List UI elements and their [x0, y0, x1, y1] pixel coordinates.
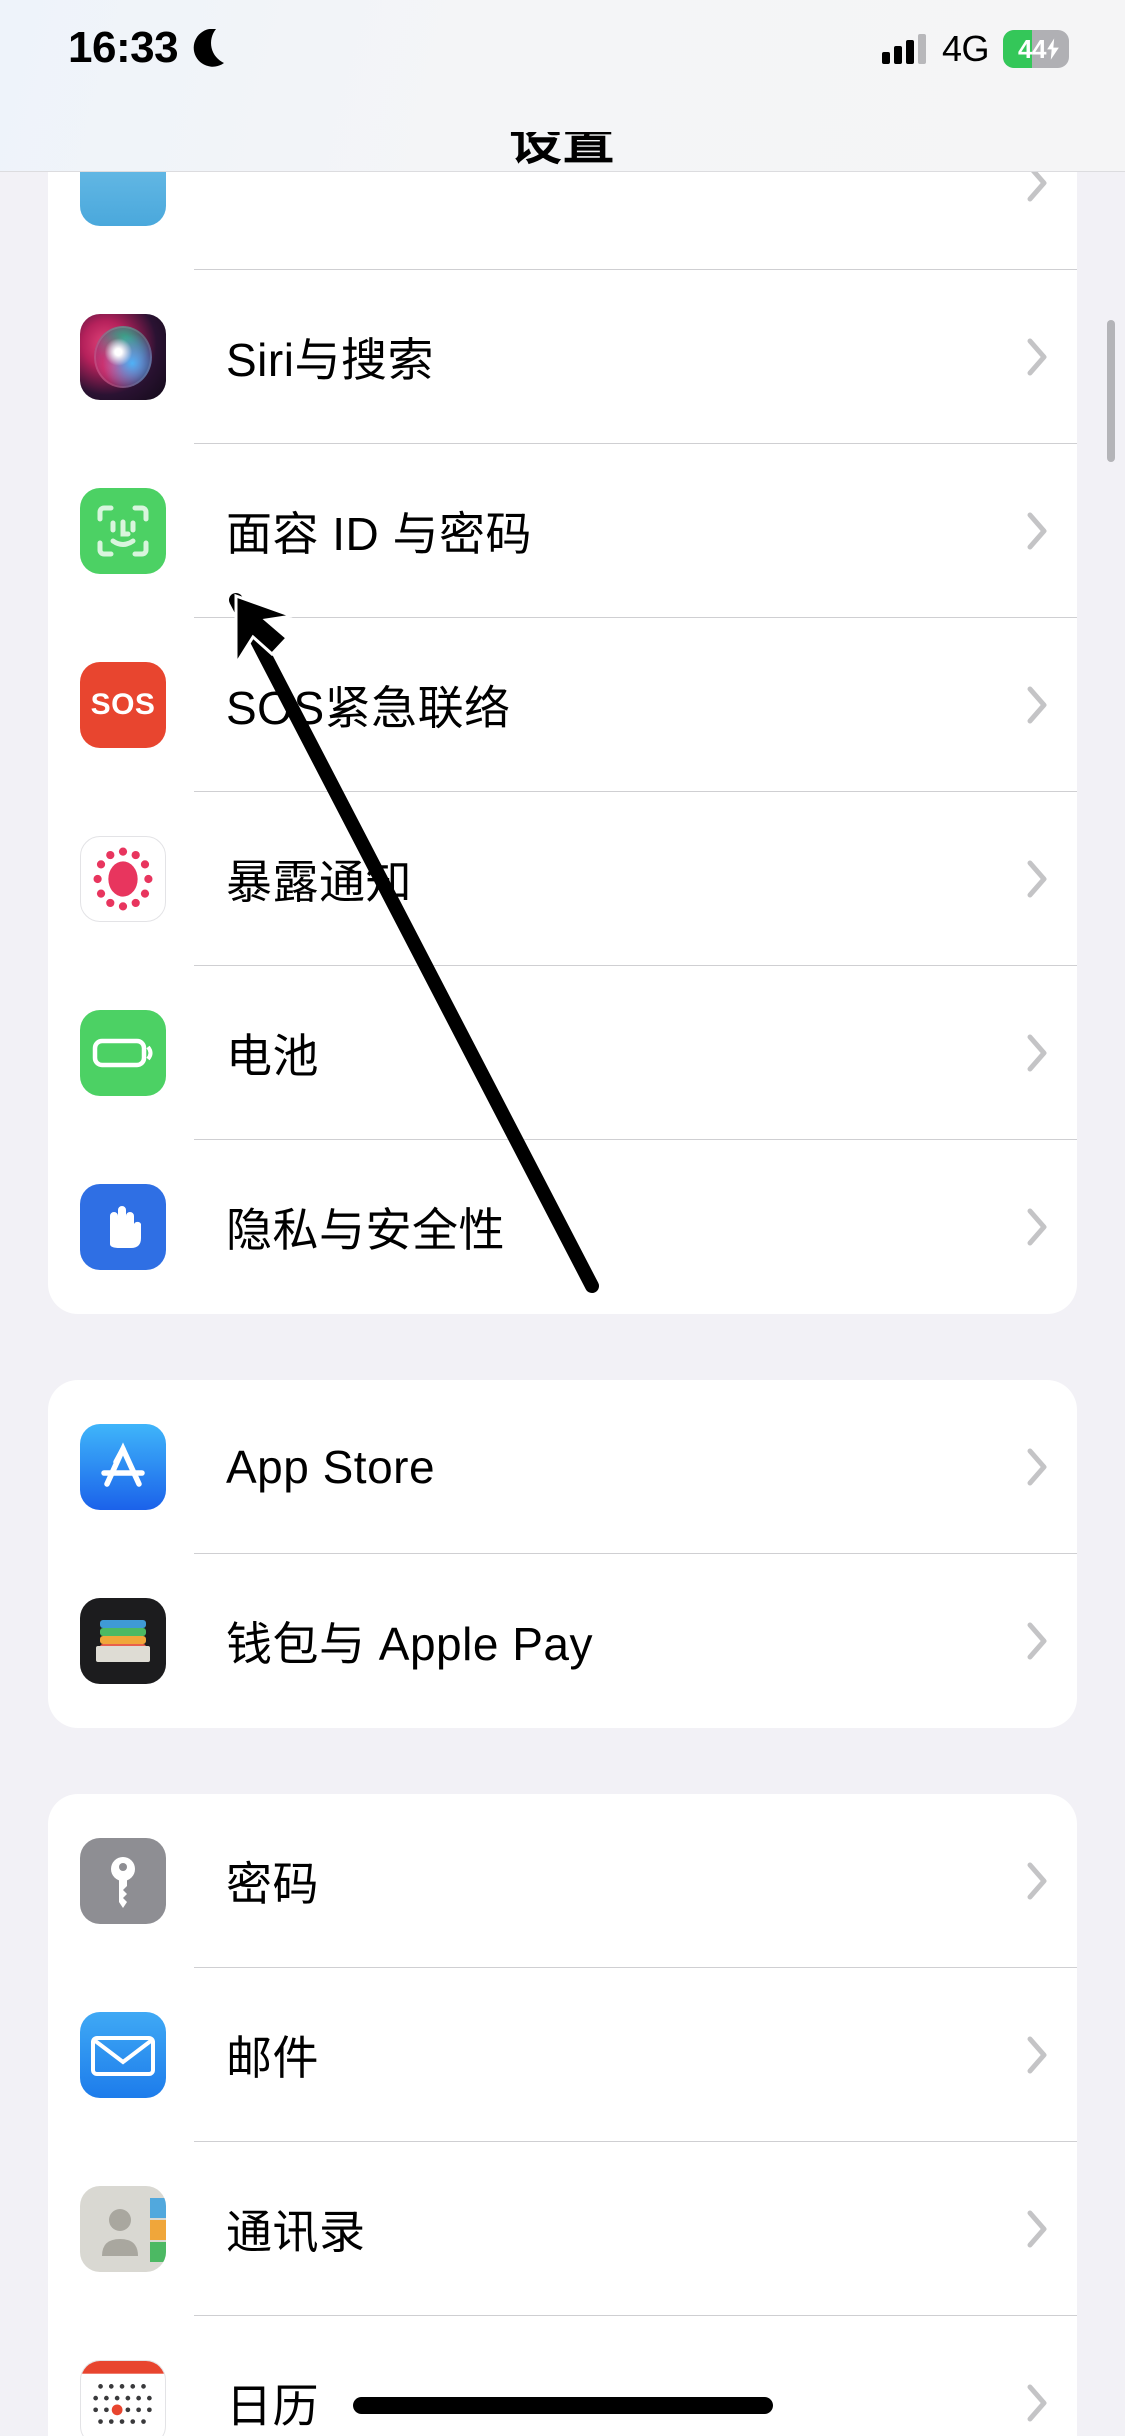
settings-group-store: App Store 钱包与 Apple Pay	[48, 1380, 1077, 1728]
sidebar-item-face-id[interactable]: 面容 ID 与密码	[48, 444, 1077, 618]
settings-scroll-view[interactable]: Siri与搜索 面容 ID 与密码 SOS SOS紧急联络 暴露通知 电池 隐私…	[0, 96, 1125, 2436]
chevron-right-icon	[1027, 686, 1049, 724]
home-indicator	[352, 2397, 773, 2414]
app-store-icon	[80, 1424, 166, 1510]
chevron-right-icon	[1027, 2036, 1049, 2074]
list-item-label: 面容 ID 与密码	[226, 508, 533, 560]
status-bar-left: 16:33	[68, 24, 226, 72]
list-item-label: 邮件	[226, 2032, 319, 2084]
list-item-label: 通讯录	[226, 2206, 366, 2258]
signal-bars-icon	[881, 34, 926, 64]
chevron-right-icon	[1027, 1448, 1049, 1486]
sidebar-item-passwords[interactable]: 密码	[48, 1794, 1077, 1968]
sidebar-item-app-store[interactable]: App Store	[48, 1380, 1077, 1554]
sidebar-item-siri[interactable]: Siri与搜索	[48, 270, 1077, 444]
chevron-right-icon	[1027, 1862, 1049, 1900]
list-item-label: 电池	[226, 1030, 319, 1082]
sidebar-item-contacts[interactable]: 通讯录	[48, 2142, 1077, 2316]
list-item-label: 隐私与安全性	[226, 1204, 505, 1256]
list-item-label: App Store	[226, 1441, 436, 1493]
moon-icon	[193, 29, 225, 67]
status-bar: 16:33 4G 44	[0, 0, 1125, 132]
mail-envelope-icon	[80, 2012, 166, 2098]
status-clock: 16:33	[68, 23, 179, 72]
sos-icon: SOS	[80, 662, 166, 748]
sidebar-item-battery[interactable]: 电池	[48, 966, 1077, 1140]
sidebar-item-exposure-notifications[interactable]: 暴露通知	[48, 792, 1077, 966]
phone-screen: Siri与搜索 面容 ID 与密码 SOS SOS紧急联络 暴露通知 电池 隐私…	[0, 0, 1125, 2436]
sidebar-item-calendar[interactable]: 日历	[48, 2316, 1077, 2436]
list-item-label: 暴露通知	[226, 856, 412, 908]
status-bar-right: 4G 44	[881, 28, 1069, 70]
list-item-label: Siri与搜索	[226, 334, 434, 386]
sidebar-item-privacy-security[interactable]: 隐私与安全性	[48, 1140, 1077, 1314]
face-id-icon	[80, 488, 166, 574]
wallet-icon	[80, 1598, 166, 1684]
contacts-icon	[80, 2186, 166, 2272]
settings-group-apps: 密码 邮件 通讯录 日历	[48, 1794, 1077, 2436]
chevron-right-icon	[1027, 2384, 1049, 2422]
sidebar-item-emergency-sos[interactable]: SOS SOS紧急联络	[48, 618, 1077, 792]
chevron-right-icon	[1027, 1622, 1049, 1660]
calendar-icon	[80, 2360, 166, 2436]
list-item-label: 密码	[226, 1858, 319, 1910]
network-type-label: 4G	[941, 28, 990, 69]
lightning-bolt-icon	[1044, 36, 1062, 62]
chevron-right-icon	[1027, 2210, 1049, 2248]
list-item-label: 日历	[226, 2380, 319, 2432]
sidebar-item-wallet-apple-pay[interactable]: 钱包与 Apple Pay	[48, 1554, 1077, 1728]
chevron-right-icon	[1027, 338, 1049, 376]
exposure-notifications-icon	[80, 836, 166, 922]
list-item-label: 钱包与 Apple Pay	[226, 1618, 593, 1670]
battery-status-icon: 44	[1003, 30, 1069, 68]
siri-icon	[80, 314, 166, 400]
chevron-right-icon	[1027, 1208, 1049, 1246]
chevron-right-icon	[1027, 512, 1049, 550]
battery-icon	[80, 1010, 166, 1096]
passwords-key-icon	[80, 1838, 166, 1924]
list-item-label: SOS紧急联络	[226, 682, 511, 734]
scrollbar-thumb[interactable]	[1107, 320, 1115, 462]
settings-group-system: Siri与搜索 面容 ID 与密码 SOS SOS紧急联络 暴露通知 电池 隐私…	[48, 96, 1077, 1314]
chevron-right-icon	[1027, 1034, 1049, 1072]
battery-percent-label: 44	[1018, 33, 1046, 64]
chevron-right-icon	[1027, 860, 1049, 898]
privacy-hand-icon	[80, 1184, 166, 1270]
sidebar-item-mail[interactable]: 邮件	[48, 1968, 1077, 2142]
